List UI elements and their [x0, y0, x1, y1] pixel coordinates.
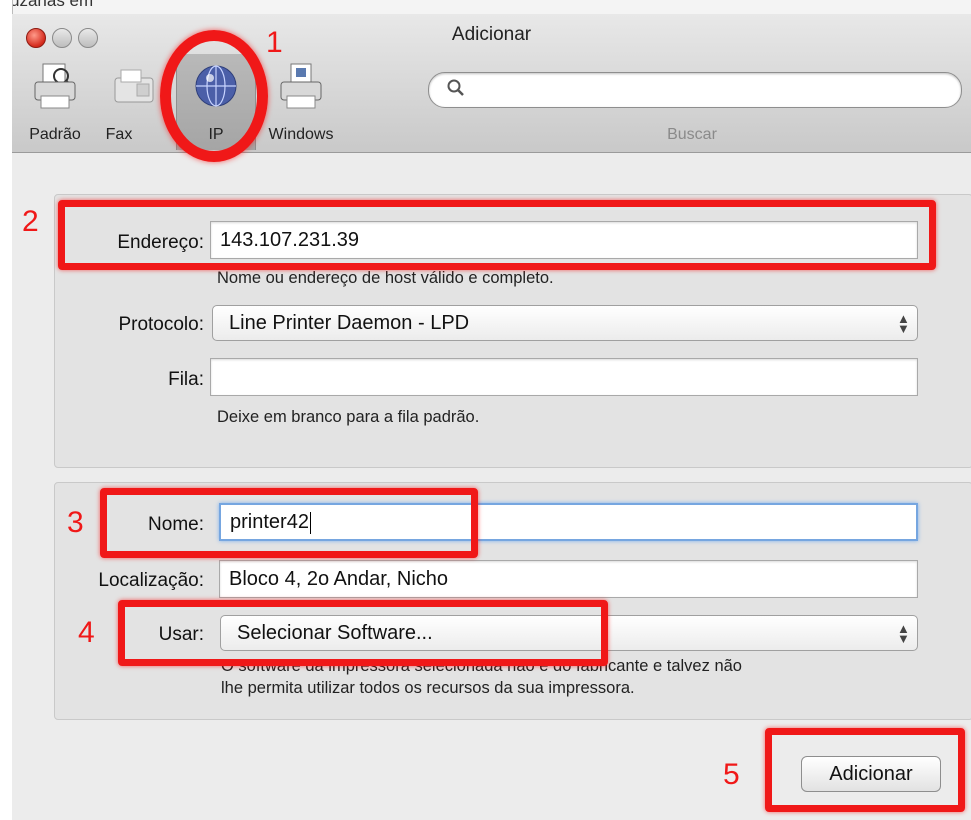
address-hint: Nome ou endereço de host válido e comple…: [217, 269, 554, 287]
use-hint-line-2: lhe permita utilizar todos os recursos d…: [221, 679, 635, 697]
annotation-box-add: [765, 728, 965, 812]
location-label: Localização:: [98, 570, 204, 591]
annotation-number-3: 3: [67, 506, 84, 539]
queue-field[interactable]: [210, 358, 918, 396]
annotation-number-5: 5: [723, 758, 740, 791]
popup-arrows-icon: ▲ ▼: [897, 621, 910, 646]
annotation-number-4: 4: [78, 616, 95, 649]
search-icon: [447, 79, 464, 96]
location-field[interactable]: Bloco 4, 2o Andar, Nicho: [219, 560, 918, 598]
window-title: Adicionar: [451, 24, 532, 45]
fax-icon: [114, 69, 154, 103]
search-label: Buscar: [667, 126, 717, 143]
search-input[interactable]: [428, 72, 962, 108]
protocol-popup[interactable]: Line Printer Daemon - LPD ▲ ▼: [212, 305, 918, 341]
protocol-value: Line Printer Daemon - LPD: [229, 312, 470, 334]
background-text: üzanas em: [10, 0, 94, 10]
popup-arrows-icon: ▲ ▼: [897, 311, 910, 336]
annotation-box-use: [118, 600, 608, 666]
toolbar-item-windows[interactable]: Windows: [262, 54, 340, 150]
default-printer-icon: [34, 63, 76, 109]
toolbar-label-fax: Fax: [105, 126, 133, 143]
annotation-circle-ip: [160, 30, 268, 162]
windows-printer-icon: [280, 63, 322, 109]
annotation-number-1: 1: [266, 26, 283, 59]
annotation-box-name: [100, 488, 478, 558]
background-window-strip: üzanas em: [0, 0, 971, 15]
toolbar-label-windows: Windows: [268, 126, 334, 143]
protocol-label: Protocolo:: [118, 314, 204, 335]
queue-label: Fila:: [168, 369, 204, 390]
add-printer-dialog: Adicionar Padrão Fax IP Windows Buscar E…: [12, 14, 971, 820]
annotation-box-address: [58, 200, 936, 270]
annotation-number-2: 2: [22, 205, 39, 238]
queue-hint: Deixe em branco para a fila padrão.: [217, 408, 480, 426]
